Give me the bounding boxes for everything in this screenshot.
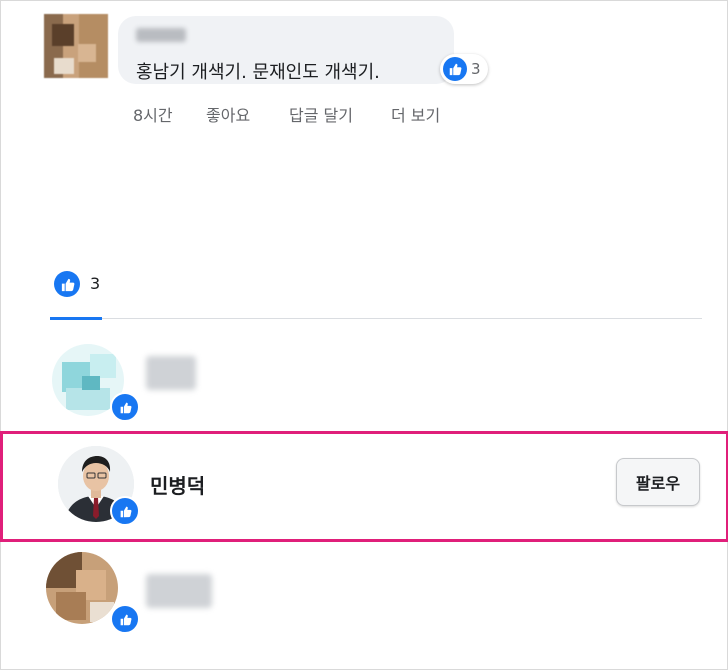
person-name[interactable]: 민병덕 (150, 470, 205, 499)
like-badge-icon (110, 496, 140, 526)
reply-button[interactable]: 답글 달기 (289, 102, 353, 126)
comment-text: 홍남기 개색기. 문재인도 개색기. (136, 62, 380, 83)
follow-button[interactable]: 팔로우 (616, 458, 700, 506)
person-name-blurred[interactable] (146, 356, 196, 390)
tab-like-reactions[interactable] (54, 271, 80, 297)
comment-reaction-summary[interactable]: 3 (440, 54, 488, 84)
tab-like-count: 3 (90, 274, 101, 293)
commenter-name-blurred[interactable] (136, 28, 186, 42)
commenter-avatar[interactable] (44, 14, 108, 78)
like-button[interactable]: 좋아요 (206, 102, 250, 126)
person-avatar-blurred[interactable] (46, 552, 118, 624)
like-icon (54, 271, 80, 297)
comment-time[interactable]: 8시간 (133, 102, 173, 126)
tab-divider (50, 318, 702, 319)
like-badge-icon (110, 604, 140, 634)
tab-active-indicator (50, 317, 102, 320)
like-badge-icon (110, 392, 140, 422)
reaction-count: 3 (471, 60, 481, 78)
person-name-blurred[interactable] (146, 574, 212, 608)
more-button[interactable]: 더 보기 (391, 102, 440, 126)
like-icon (443, 57, 467, 81)
